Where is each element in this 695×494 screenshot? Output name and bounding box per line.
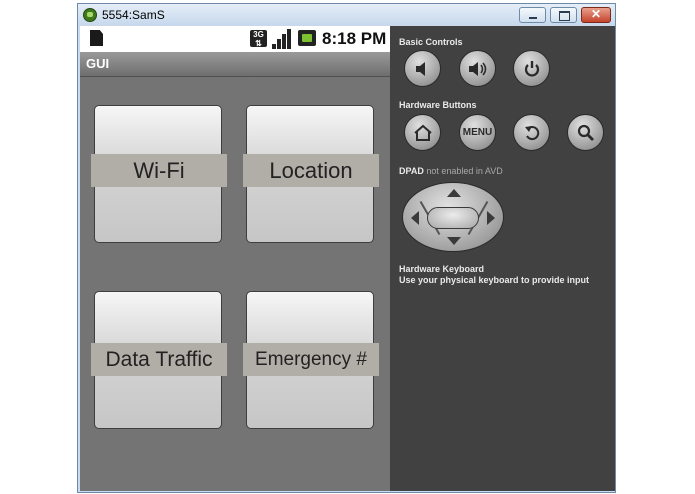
sd-card-icon (90, 30, 103, 46)
dpad-left-icon[interactable] (411, 211, 419, 225)
maximize-icon (559, 11, 570, 21)
dpad-title: DPAD (399, 166, 424, 176)
data-traffic-label: Data Traffic (91, 343, 227, 376)
home-button[interactable] (404, 114, 441, 151)
status-bar: 3G ⇅ 8:18 PM (80, 26, 390, 52)
network-type-icon: 3G ⇅ (250, 30, 267, 48)
battery-icon (298, 30, 316, 46)
dpad-heading: DPAD not enabled in AVD (399, 166, 503, 176)
power-button[interactable] (513, 50, 550, 87)
maximize-button[interactable] (550, 7, 577, 23)
signal-strength-icon (272, 29, 292, 49)
close-icon: ✕ (590, 7, 602, 21)
minimize-icon (529, 17, 537, 19)
back-icon (524, 125, 539, 140)
dpad-down-icon[interactable] (447, 237, 461, 245)
menu-button[interactable]: MENU (459, 114, 496, 151)
dpad-center-button[interactable] (427, 207, 479, 229)
window-titlebar[interactable]: 5554:SamS ✕ (78, 4, 615, 26)
dpad-control[interactable] (402, 182, 504, 252)
wifi-label: Wi-Fi (91, 154, 227, 187)
volume-down-icon (415, 61, 425, 76)
power-icon (524, 60, 539, 76)
keyboard-heading: Hardware Keyboard (399, 264, 485, 274)
phone-screen: 3G ⇅ 8:18 PM GUI Wi-Fi Location Data Traf… (80, 26, 390, 491)
search-icon (577, 124, 594, 141)
keyboard-info: Hardware Keyboard Use your physical keyb… (399, 264, 589, 286)
close-button[interactable]: ✕ (581, 7, 611, 23)
minimize-button[interactable] (519, 7, 546, 23)
android-app-icon (83, 8, 97, 22)
app-title-bar: GUI (80, 52, 390, 77)
network-type-label: 3G (253, 30, 264, 39)
home-icon (413, 124, 432, 141)
location-label: Location (243, 154, 379, 187)
volume-up-button[interactable] (459, 50, 496, 87)
dpad-note: not enabled in AVD (426, 166, 503, 176)
control-panel: Basic Controls Hardware Buttons MENU DPA… (390, 26, 615, 491)
dpad-up-icon[interactable] (447, 189, 461, 197)
search-button[interactable] (567, 114, 604, 151)
keyboard-note: Use your physical keyboard to provide in… (399, 275, 590, 285)
status-clock: 8:18 PM (322, 29, 387, 48)
window-title: 5554:SamS (102, 8, 165, 22)
volume-up-icon (468, 61, 486, 76)
location-button[interactable]: Location (243, 105, 379, 243)
emergency-label: Emergency # (243, 343, 379, 376)
volume-down-button[interactable] (404, 50, 441, 87)
dpad-right-icon[interactable] (487, 211, 495, 225)
hardware-buttons-heading: Hardware Buttons (399, 100, 477, 110)
data-traffic-button[interactable]: Data Traffic (91, 291, 227, 429)
menu-label: MENU (462, 127, 493, 138)
wifi-button[interactable]: Wi-Fi (91, 105, 227, 243)
back-button[interactable] (513, 114, 550, 151)
emulator-window: 5554:SamS ✕ 3G ⇅ 8:18 PM GUI Wi-Fi Locati… (77, 3, 616, 493)
basic-controls-heading: Basic Controls (399, 37, 463, 47)
emergency-button[interactable]: Emergency # (243, 291, 379, 429)
app-title: GUI (86, 56, 110, 71)
